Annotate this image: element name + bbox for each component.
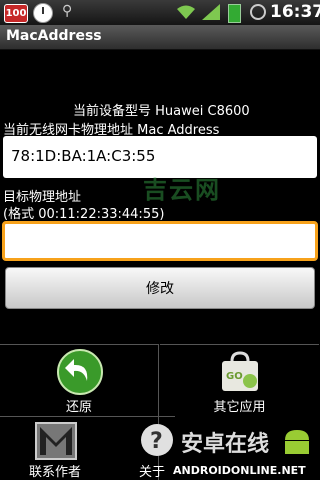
device-model-text: 当前设备型号 Huawei C8600 (73, 104, 250, 119)
app-badge-icon: 100 (4, 4, 28, 23)
watermark-text: 吉云网 (143, 176, 221, 204)
status-time: 16:37 (270, 2, 320, 22)
wifi-icon (177, 5, 195, 19)
target-mac-field[interactable] (2, 221, 318, 261)
status-bar: 100 ⚲ 16:37 (0, 0, 320, 25)
signal-icon (202, 4, 220, 20)
other-apps-button[interactable]: GO 其它应用 (160, 344, 319, 416)
site-url-text: ANDROIDONLINE.NET (173, 464, 306, 477)
svg-text:?: ? (150, 429, 163, 454)
go-market-icon: GO (222, 351, 258, 391)
battery-icon (228, 4, 241, 23)
contact-author-label: 联系作者 (28, 465, 81, 480)
target-mac-input[interactable] (5, 224, 315, 258)
alarm-icon (250, 4, 266, 20)
restore-button[interactable]: 还原 (0, 344, 159, 416)
restore-arrow-icon (57, 349, 103, 395)
about-label: 关于 (138, 465, 165, 480)
usb-icon: ⚲ (62, 3, 73, 19)
target-format-hint: (格式 00:11:22:33:44:55) (3, 207, 165, 222)
svg-text:GO: GO (226, 371, 243, 382)
gmail-icon (35, 422, 77, 460)
android-icon (285, 430, 309, 454)
site-watermark: 安卓在线 ANDROIDONLINE.NET (173, 420, 320, 480)
about-button[interactable]: ? 关于 (110, 416, 175, 480)
app-title: MacAddress (6, 28, 102, 44)
help-icon: ? (141, 424, 173, 456)
other-apps-label: 其它应用 (213, 400, 266, 415)
site-logo-text: 安卓在线 (181, 432, 270, 457)
app-title-bar: MacAddress (0, 25, 320, 50)
current-mac-text: 78:1D:BA:1A:C3:55 (11, 147, 156, 165)
clock-icon (33, 3, 53, 23)
restore-label: 还原 (65, 400, 92, 415)
modify-button[interactable]: 修改 (5, 267, 315, 309)
